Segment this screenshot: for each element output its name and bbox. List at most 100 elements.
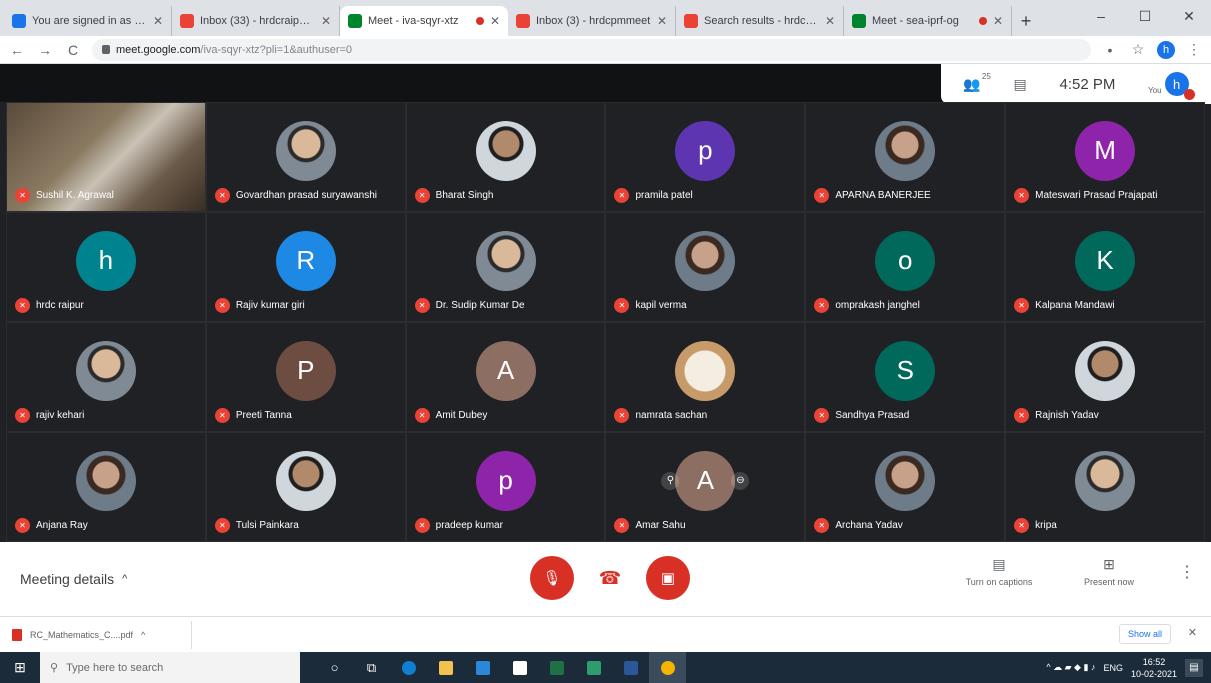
edge-icon[interactable] [390, 652, 427, 683]
pin-icon[interactable]: ⚲ [661, 471, 680, 490]
mic-toggle-button[interactable]: 🎙 [530, 556, 574, 600]
more-options-button[interactable]: ⋮ [1179, 562, 1195, 582]
self-avatar: h [1164, 72, 1195, 100]
participant-avatar: R [275, 230, 336, 291]
participant-tile[interactable]: ✕ Anjana Ray [6, 432, 206, 542]
browser-tab[interactable]: Search results - hrdcraipur ✕ [676, 6, 844, 36]
forward-button[interactable]: → [36, 42, 54, 58]
close-window-button[interactable]: ✕ [1167, 0, 1211, 32]
store-icon[interactable] [501, 652, 538, 683]
participant-tile[interactable]: K ✕ Kalpana Mandawi [1005, 212, 1205, 322]
participant-tile[interactable]: ✕ Dr. Sudip Kumar De [405, 212, 606, 322]
remove-icon[interactable]: ⊖ [731, 471, 750, 490]
browser-menu-button[interactable]: ⋮ [1185, 41, 1203, 58]
chrome-icon[interactable] [649, 652, 686, 683]
profile-avatar[interactable]: h [1157, 40, 1175, 59]
browser-tab[interactable]: You are signed in as disable ✕ [4, 6, 172, 36]
taskbar-search[interactable]: ⚲ Type here to search [40, 652, 300, 683]
people-icon[interactable]: 👥 25 [963, 72, 990, 93]
bookmark-star-icon[interactable]: ☆ [1129, 41, 1147, 58]
meeting-details-button[interactable]: Meeting details ^ [20, 571, 420, 587]
publisher-icon[interactable] [575, 652, 612, 683]
browser-tab[interactable]: Inbox (33) - hrdcraipur@gm ✕ [172, 6, 340, 36]
cortana-icon[interactable]: ○ [316, 652, 353, 683]
participant-tile[interactable]: p ✕ pradeep kumar [405, 432, 606, 542]
self-view[interactable]: You h [1148, 72, 1195, 100]
tray-icons[interactable]: ^ ☁ ▰ ◆ ▮ ♪ [1046, 662, 1095, 673]
windows-taskbar: ⊞ ⚲ Type here to search ○ ⧉ [0, 652, 1211, 683]
windows-start-icon[interactable]: ⊞ [0, 652, 40, 683]
window-controls: – ☐ ✕ [1079, 0, 1211, 32]
participant-tile[interactable]: A ⚲ ⊖ ✕ Amar Sahu [605, 432, 806, 542]
participant-tile[interactable]: ✕ kapil verma [605, 212, 806, 322]
tab-close-icon[interactable]: ✕ [321, 14, 331, 28]
participant-tile[interactable]: ✕ Sushil K. Agrawal [6, 102, 206, 212]
participant-tile[interactable]: h ✕ hrdc raipur [6, 212, 206, 322]
camera-toggle-button[interactable]: ▣ [646, 556, 690, 600]
download-item[interactable]: RC_Mathematics_C....pdf ^ [12, 620, 192, 649]
reload-button[interactable]: C [64, 42, 82, 58]
browser-tab[interactable]: Meet - iva-sqyr-xtz ✕ [340, 6, 508, 36]
back-button[interactable]: ← [8, 42, 26, 58]
file-explorer-icon[interactable] [427, 652, 464, 683]
present-now-button[interactable]: ⊞ Present now [1069, 556, 1149, 587]
participant-name: pradeep kumar [435, 520, 503, 531]
participant-tile[interactable]: ✕ Tulsi Painkara [205, 432, 406, 542]
tab-close-icon[interactable]: ✕ [153, 14, 163, 28]
participant-tile[interactable]: ✕ Bharat Singh [405, 102, 606, 212]
participant-tile[interactable]: o ✕ omprakash janghel [805, 212, 1006, 322]
participant-name-tag: ✕ namrata sachan [614, 408, 707, 423]
taskbar-search-placeholder: Type here to search [66, 661, 164, 674]
participant-tile[interactable]: ✕ Archana Yadav [805, 432, 1006, 542]
participant-tile[interactable]: A ✕ Amit Dubey [405, 322, 606, 432]
participant-name-tag: ✕ Bharat Singh [414, 188, 493, 203]
participant-name: APARNA BANERJEE [835, 190, 931, 201]
participant-tile[interactable]: P ✕ Preeti Tanna [205, 322, 406, 432]
maximize-button[interactable]: ☐ [1123, 0, 1167, 32]
tab-close-icon[interactable]: ✕ [993, 14, 1003, 28]
captions-button[interactable]: ▤ Turn on captions [959, 556, 1039, 587]
language-indicator[interactable]: ENG [1103, 663, 1123, 673]
participant-avatar: p [475, 450, 536, 511]
chevron-up-icon[interactable]: ^ [141, 630, 145, 640]
word-icon[interactable] [612, 652, 649, 683]
participant-tile[interactable]: ✕ Govardhan prasad suryawanshi [205, 102, 406, 212]
browser-tab[interactable]: Meet - sea-iprf-og ✕ [844, 6, 1012, 36]
participant-name-tag: ✕ Kalpana Mandawi [1014, 298, 1115, 313]
notification-icon[interactable]: ▤ [1185, 658, 1203, 677]
participant-name-tag: ✕ Archana Yadav [814, 518, 903, 533]
participant-name-tag: ✕ Tulsi Painkara [214, 518, 299, 533]
participant-tile[interactable]: R ✕ Rajiv kumar giri [205, 212, 406, 322]
chat-icon[interactable]: ▤ [1014, 76, 1027, 93]
participant-tile[interactable]: p ✕ pramila patel [605, 102, 806, 212]
taskbar-clock[interactable]: 16:52 10-02-2021 [1131, 656, 1177, 680]
participant-tile[interactable]: M ✕ Mateswari Prasad Prajapati [1005, 102, 1205, 212]
close-shelf-button[interactable]: ✕ [1188, 626, 1197, 639]
participant-tile[interactable]: ✕ namrata sachan [605, 322, 806, 432]
task-view-icon[interactable]: ⧉ [353, 652, 390, 683]
new-tab-button[interactable]: + [1012, 6, 1040, 36]
participant-tile[interactable]: ✕ rajiv kehari [6, 322, 206, 432]
minimize-button[interactable]: – [1079, 0, 1123, 32]
participant-photo [75, 340, 136, 401]
mail-icon[interactable] [464, 652, 501, 683]
participant-tile[interactable]: ✕ kripa [1005, 432, 1205, 542]
participant-tile[interactable]: S ✕ Sandhya Prasad [805, 322, 1006, 432]
key-icon[interactable]: • [1101, 42, 1119, 58]
participant-name: Preeti Tanna [235, 410, 292, 421]
show-all-button[interactable]: Show all [1118, 624, 1171, 644]
address-bar[interactable]: meet.google.com/iva-sqyr-xtz?pli=1&authu… [92, 38, 1091, 61]
participant-avatar: S [875, 340, 936, 401]
mic-off-icon: ✕ [814, 518, 830, 533]
leave-call-button[interactable]: ☎ [588, 556, 632, 600]
participant-tile[interactable]: ✕ Rajnish Yadav [1005, 322, 1205, 432]
browser-tab[interactable]: Inbox (3) - hrdcpmmeet ✕ [508, 6, 676, 36]
participant-photo [675, 230, 736, 291]
participant-tile[interactable]: ✕ APARNA BANERJEE [805, 102, 1006, 212]
excel-icon[interactable] [538, 652, 575, 683]
participant-name-tag: ✕ Sandhya Prasad [814, 408, 909, 423]
tab-close-icon[interactable]: ✕ [825, 14, 835, 28]
tab-close-icon[interactable]: ✕ [490, 14, 500, 28]
pdf-icon [12, 628, 22, 641]
tab-close-icon[interactable]: ✕ [657, 14, 667, 28]
